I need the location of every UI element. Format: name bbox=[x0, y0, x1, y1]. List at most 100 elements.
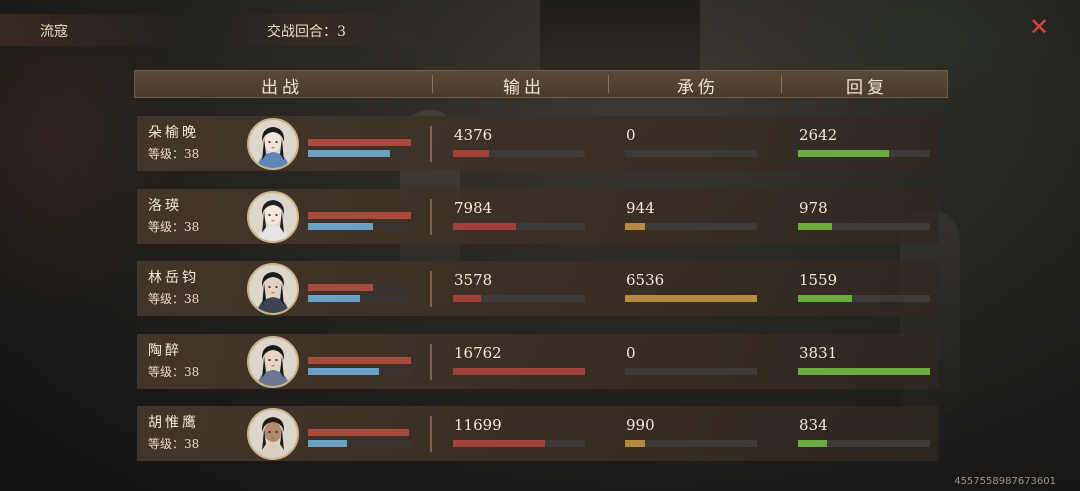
portrait-avatar[interactable] bbox=[247, 191, 299, 243]
damage-taken-bar bbox=[625, 295, 757, 302]
header-output: 输出 bbox=[503, 78, 545, 98]
healing-bar bbox=[798, 295, 930, 302]
output-value: 7984 bbox=[454, 199, 493, 217]
output-bar-fill bbox=[453, 150, 489, 157]
mode-label: 流寇 bbox=[40, 24, 68, 40]
portrait-avatar[interactable] bbox=[247, 336, 299, 388]
character-row: 陶醉 等级：38 16762 0 3831 bbox=[137, 334, 939, 389]
mp-bar bbox=[308, 440, 411, 447]
header-damage-taken: 承伤 bbox=[677, 78, 719, 98]
hp-bar-fill bbox=[308, 212, 411, 219]
mp-bar-fill bbox=[308, 440, 348, 447]
output-bar bbox=[453, 150, 585, 157]
healing-value: 1559 bbox=[799, 271, 838, 289]
header-divider bbox=[781, 75, 782, 93]
hp-bar bbox=[308, 429, 411, 436]
healing-bar bbox=[798, 150, 930, 157]
header-divider bbox=[432, 75, 433, 93]
output-bar bbox=[453, 368, 585, 375]
healing-bar-fill bbox=[798, 368, 930, 375]
output-bar-fill bbox=[453, 368, 585, 375]
mp-bar-fill bbox=[308, 150, 391, 157]
damage-taken-value: 0 bbox=[626, 344, 636, 362]
hp-bar bbox=[308, 212, 411, 219]
mode-banner bbox=[0, 14, 190, 46]
hp-bar-fill bbox=[308, 139, 411, 146]
hp-bar bbox=[308, 357, 411, 364]
healing-bar-fill bbox=[798, 295, 853, 302]
round-counter: 交战回合：3 bbox=[267, 24, 346, 40]
damage-taken-bar bbox=[625, 440, 757, 447]
character-level: 等级：38 bbox=[148, 292, 200, 306]
mp-bar-fill bbox=[308, 223, 373, 230]
character-name: 林岳钧 bbox=[148, 270, 199, 286]
character-level: 等级：38 bbox=[148, 437, 200, 451]
header-battle: 出战 bbox=[261, 78, 303, 98]
output-value: 4376 bbox=[454, 126, 493, 144]
healing-value: 2642 bbox=[799, 126, 838, 144]
portrait-avatar[interactable] bbox=[247, 263, 299, 315]
output-value: 16762 bbox=[454, 344, 502, 362]
mp-bar-fill bbox=[308, 368, 380, 375]
character-name: 洛瑛 bbox=[148, 198, 182, 214]
mp-bar-fill bbox=[308, 295, 360, 302]
healing-value: 834 bbox=[799, 416, 828, 434]
mp-bar bbox=[308, 295, 411, 302]
output-bar bbox=[453, 295, 585, 302]
character-level: 等级：38 bbox=[148, 147, 200, 161]
mp-bar bbox=[308, 223, 411, 230]
stats-header: 出战 输出 承伤 回复 bbox=[134, 70, 948, 98]
character-name: 胡惟鹰 bbox=[148, 415, 199, 431]
player-id: 4557558987673601 bbox=[954, 476, 1056, 487]
hp-bar bbox=[308, 139, 411, 146]
character-row: 朵榆晚 等级：38 4376 0 2642 bbox=[137, 116, 939, 171]
healing-bar-fill bbox=[798, 223, 833, 230]
damage-taken-value: 0 bbox=[626, 126, 636, 144]
output-bar bbox=[453, 223, 585, 230]
character-row: 胡惟鹰 等级：38 11699 990 834 bbox=[137, 406, 939, 461]
close-button[interactable]: ✕ bbox=[1026, 14, 1052, 40]
row-divider bbox=[430, 344, 432, 380]
damage-taken-value: 6536 bbox=[626, 271, 665, 289]
damage-taken-bar bbox=[625, 150, 757, 157]
mp-bar bbox=[308, 368, 411, 375]
header-healing: 回复 bbox=[846, 78, 888, 98]
output-bar-fill bbox=[453, 440, 546, 447]
hp-bar-fill bbox=[308, 429, 409, 436]
row-divider bbox=[430, 199, 432, 235]
healing-bar bbox=[798, 223, 930, 230]
damage-taken-bar-fill bbox=[625, 295, 757, 302]
output-bar bbox=[453, 440, 585, 447]
output-bar-fill bbox=[453, 223, 517, 230]
row-divider bbox=[430, 416, 432, 452]
output-value: 3578 bbox=[454, 271, 493, 289]
healing-value: 978 bbox=[799, 199, 828, 217]
damage-taken-bar bbox=[625, 223, 757, 230]
character-name: 朵榆晚 bbox=[148, 125, 199, 141]
damage-taken-bar bbox=[625, 368, 757, 375]
output-value: 11699 bbox=[454, 416, 502, 434]
healing-bar bbox=[798, 368, 930, 375]
damage-taken-value: 990 bbox=[626, 416, 655, 434]
portrait-avatar[interactable] bbox=[247, 408, 299, 460]
mp-bar bbox=[308, 150, 411, 157]
portrait-avatar[interactable] bbox=[247, 118, 299, 170]
hp-bar bbox=[308, 284, 411, 291]
output-bar-fill bbox=[453, 295, 481, 302]
healing-bar bbox=[798, 440, 930, 447]
row-divider bbox=[430, 126, 432, 162]
healing-bar-fill bbox=[798, 150, 890, 157]
damage-taken-value: 944 bbox=[626, 199, 655, 217]
character-row: 洛瑛 等级：38 7984 944 978 bbox=[137, 189, 939, 244]
healing-value: 3831 bbox=[799, 344, 838, 362]
hp-bar-fill bbox=[308, 284, 373, 291]
damage-taken-bar-fill bbox=[625, 223, 645, 230]
character-row: 林岳钧 等级：38 3578 6536 1559 bbox=[137, 261, 939, 316]
close-icon: ✕ bbox=[1028, 13, 1050, 41]
character-name: 陶醉 bbox=[148, 343, 182, 359]
top-bar: 流寇 交战回合：3 bbox=[0, 14, 1080, 46]
damage-taken-bar-fill bbox=[625, 440, 645, 447]
row-divider bbox=[430, 271, 432, 307]
hp-bar-fill bbox=[308, 357, 411, 364]
header-divider bbox=[608, 75, 609, 93]
